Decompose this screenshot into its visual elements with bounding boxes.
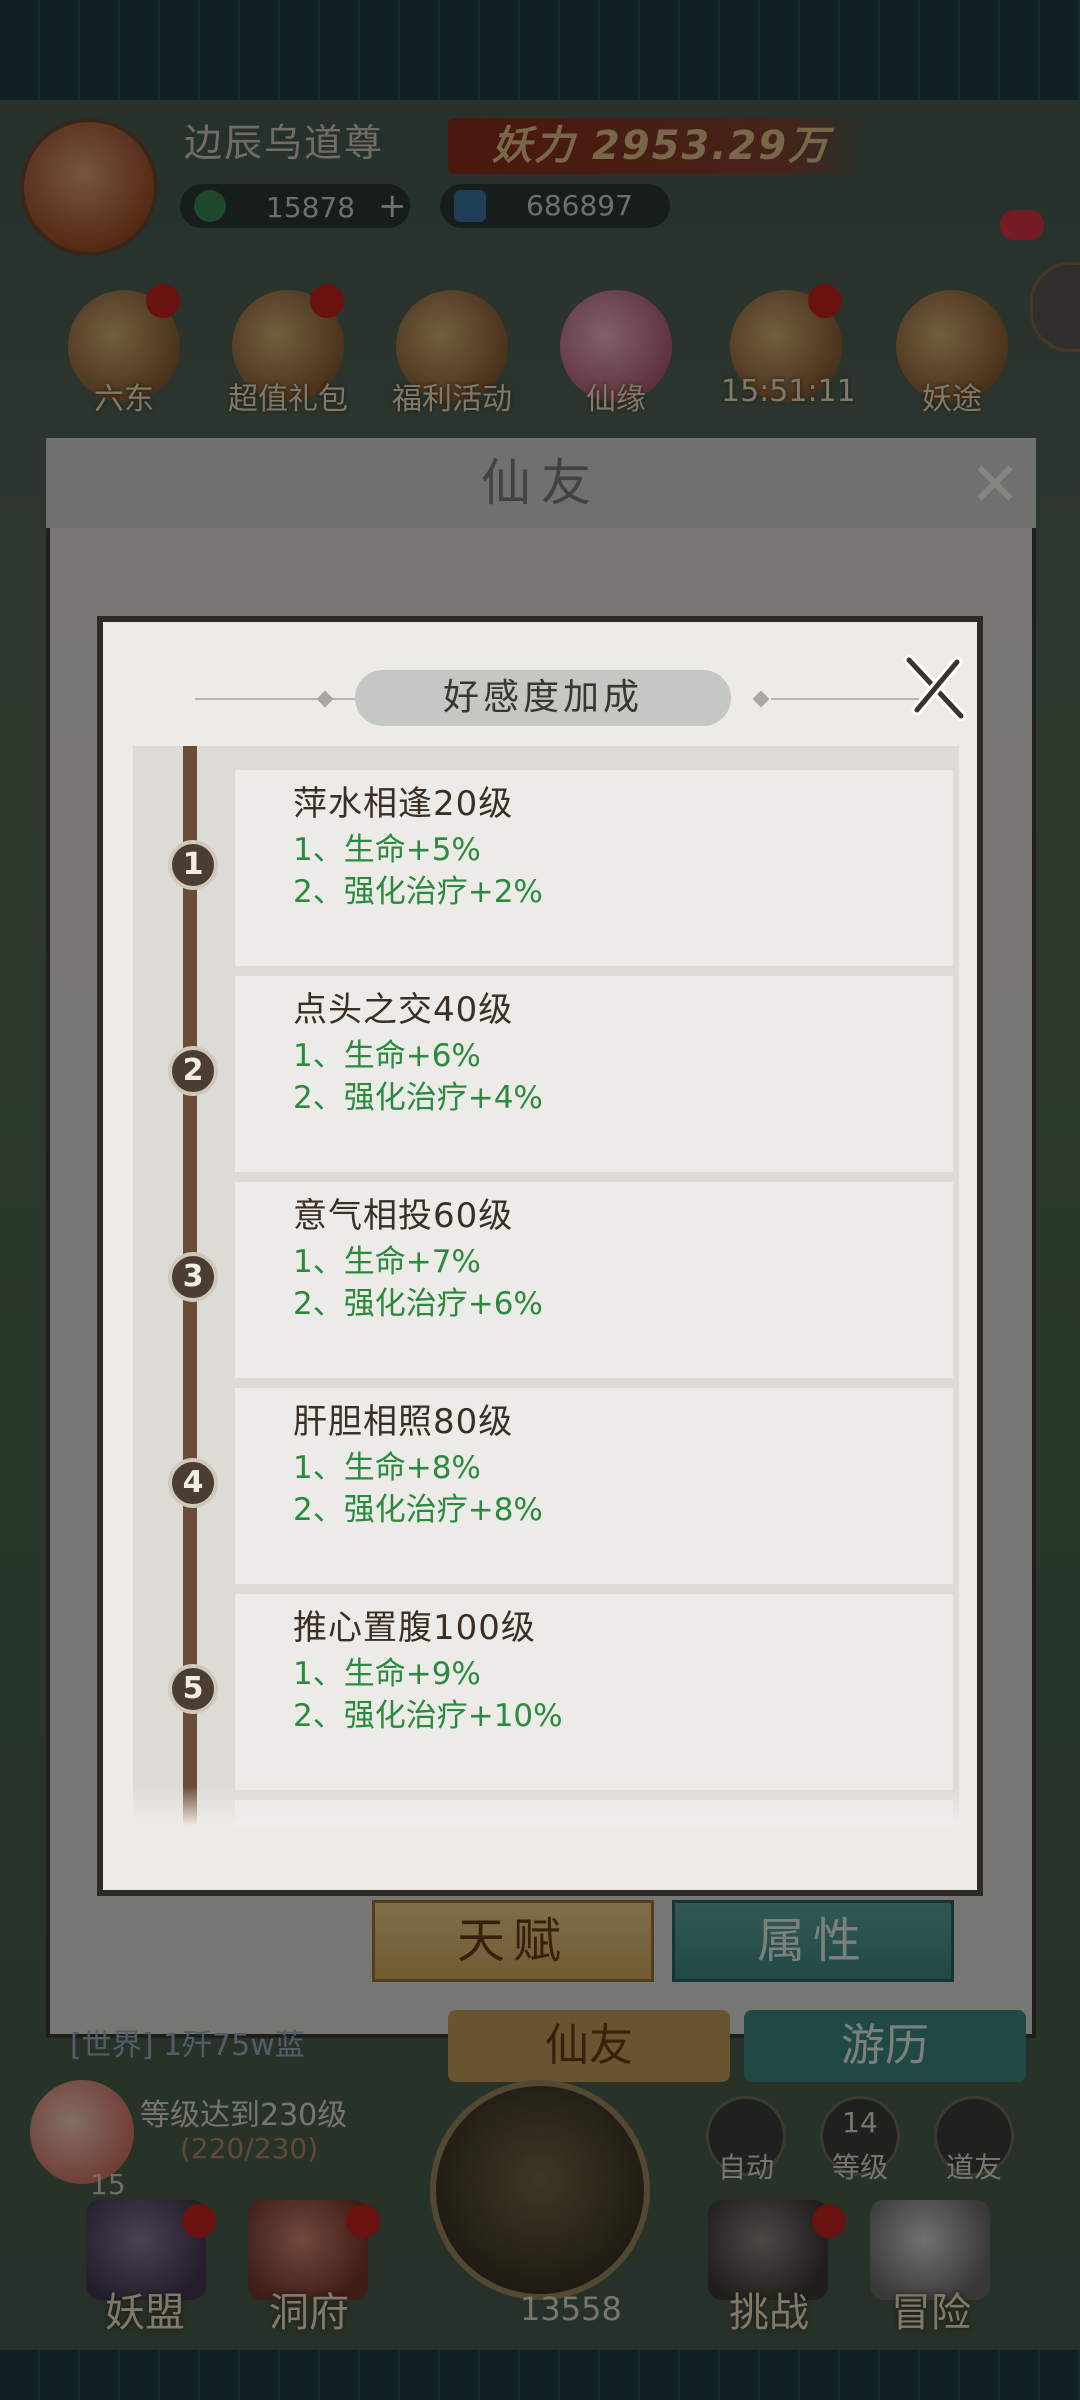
item-bonus-hp: 1、生命+8% (293, 1450, 481, 1486)
item-bonus-hp: 1、生命+6% (293, 1038, 481, 1074)
item-number-badge: 3 (168, 1252, 218, 1302)
item-number-badge: 2 (168, 1046, 218, 1096)
item-bonus-hp: 1、生命+9% (293, 1656, 481, 1692)
affinity-bonus-modal: 好感度加成 萍水相逢20级 1、生命+5% 2、强化治疗+2% 1 点头之交40… (97, 616, 983, 1896)
list-fade (133, 1786, 959, 1826)
item-title: 萍水相逢20级 (293, 784, 514, 824)
close-icon[interactable] (899, 652, 971, 724)
item-title: 意气相投60级 (293, 1196, 514, 1236)
list-item: 肝胆相照80级 1、生命+8% 2、强化治疗+8% (235, 1388, 953, 1584)
list-item: 意气相投60级 1、生命+7% 2、强化治疗+6% (235, 1182, 953, 1378)
item-number-badge: 4 (168, 1458, 218, 1508)
item-bonus-hp: 1、生命+5% (293, 832, 481, 868)
item-bonus-heal: 2、强化治疗+8% (293, 1492, 543, 1528)
modal-title: 好感度加成 (355, 670, 731, 726)
close-x-icon (903, 654, 967, 722)
item-bonus-heal: 2、强化治疗+6% (293, 1286, 543, 1322)
title-diamond-left (316, 690, 334, 708)
item-bonus-heal: 2、强化治疗+2% (293, 874, 543, 910)
item-title: 点头之交40级 (293, 990, 514, 1030)
item-bonus-heal: 2、强化治疗+10% (293, 1698, 563, 1734)
item-title: 肝胆相照80级 (293, 1402, 514, 1442)
title-diamond-right (752, 690, 770, 708)
affinity-level-list[interactable]: 萍水相逢20级 1、生命+5% 2、强化治疗+2% 1 点头之交40级 1、生命… (133, 746, 959, 1826)
item-number-badge: 5 (168, 1664, 218, 1714)
list-item: 点头之交40级 1、生命+6% 2、强化治疗+4% (235, 976, 953, 1172)
list-item: 萍水相逢20级 1、生命+5% 2、强化治疗+2% (235, 770, 953, 966)
item-number-badge: 1 (168, 840, 218, 890)
item-bonus-heal: 2、强化治疗+4% (293, 1080, 543, 1116)
item-bonus-hp: 1、生命+7% (293, 1244, 481, 1280)
item-title: 推心置腹100级 (293, 1608, 536, 1648)
list-item: 推心置腹100级 1、生命+9% 2、强化治疗+10% (235, 1594, 953, 1790)
